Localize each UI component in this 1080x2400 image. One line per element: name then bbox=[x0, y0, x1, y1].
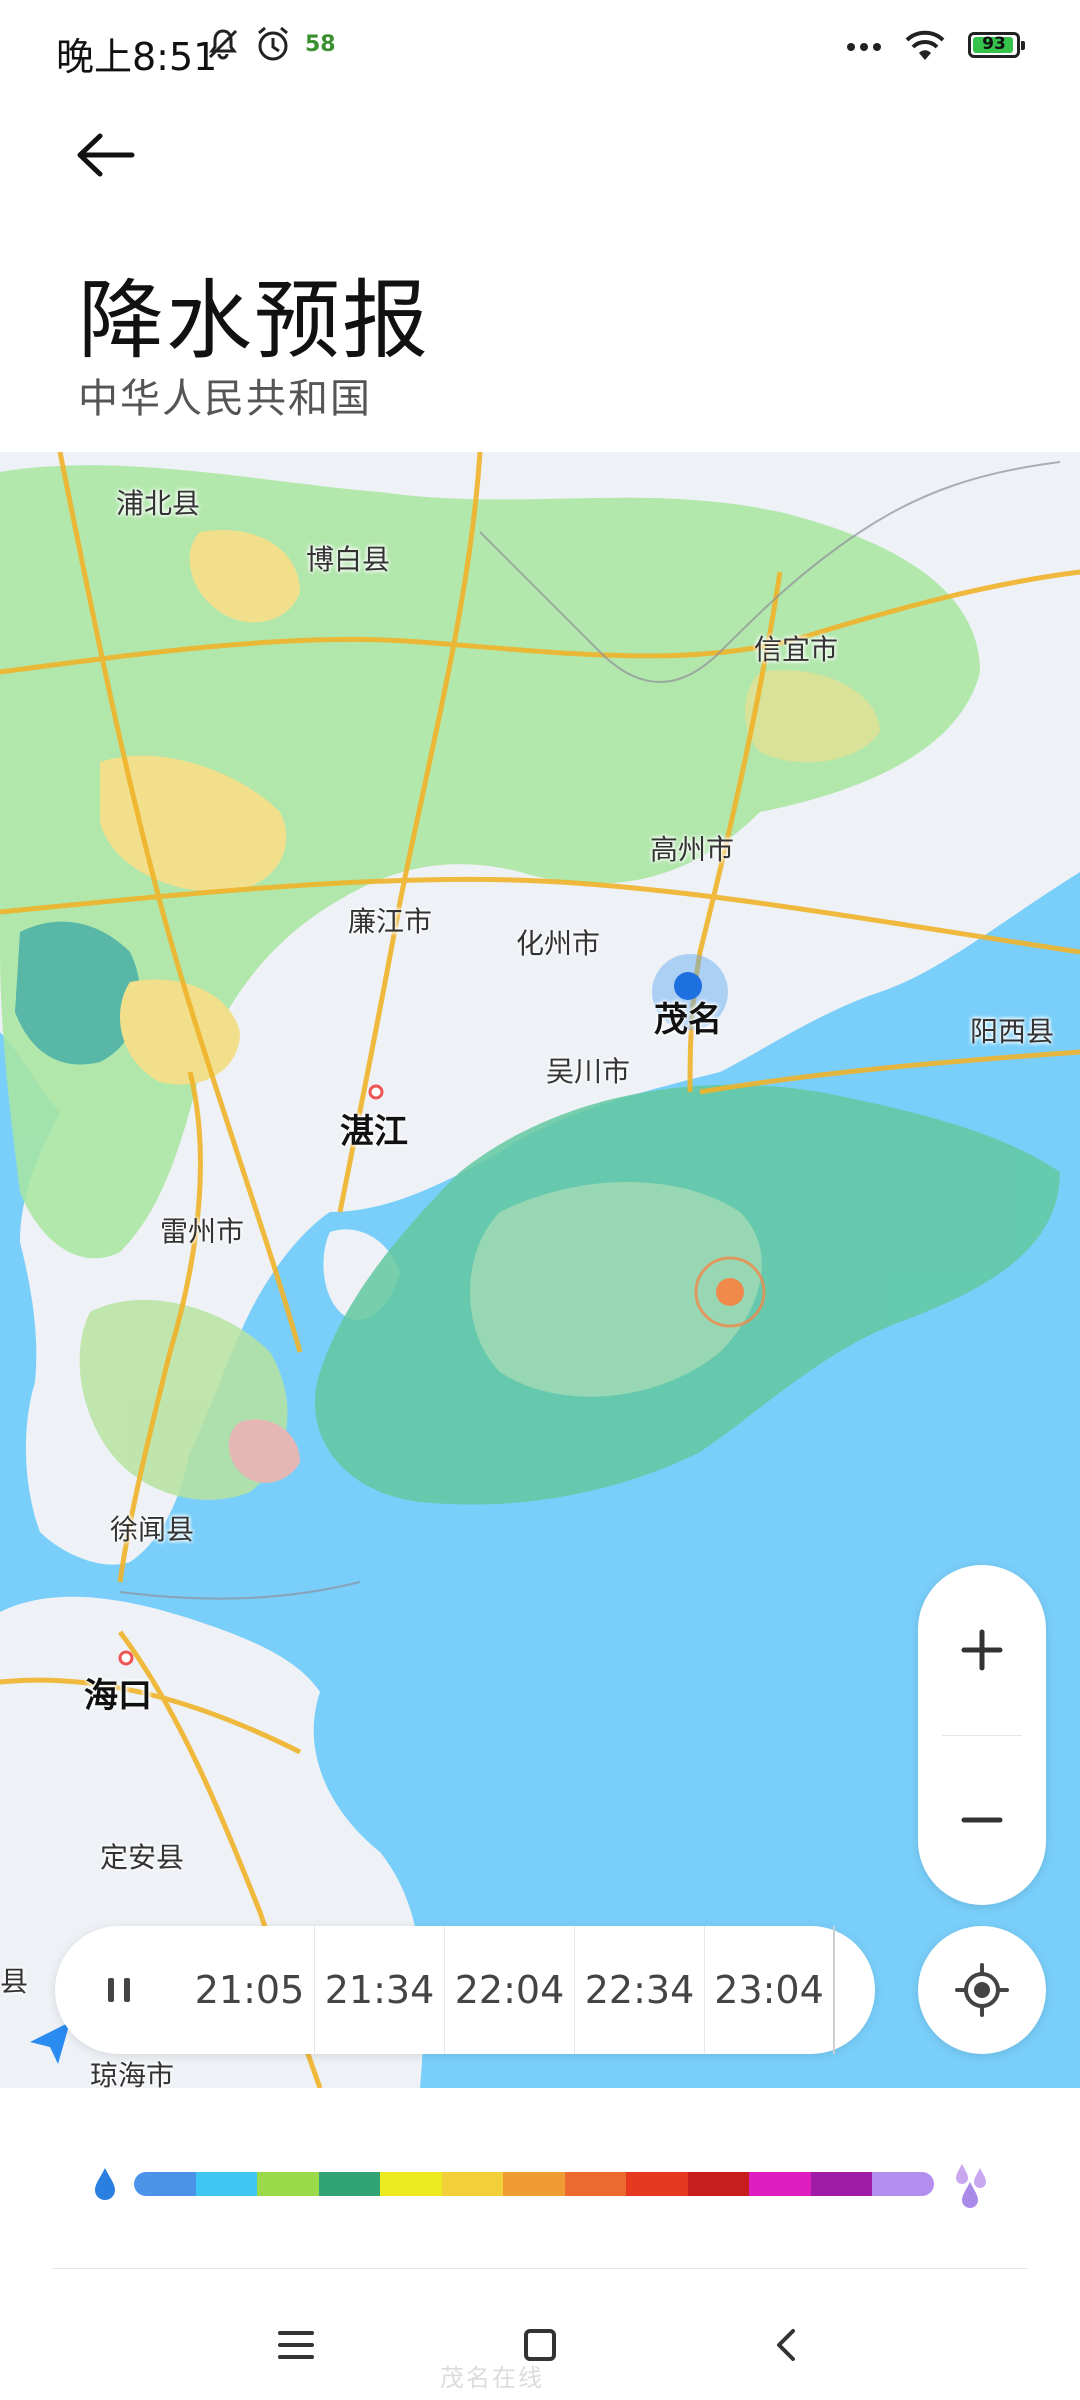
minus-icon bbox=[961, 1817, 1003, 1823]
pause-icon bbox=[108, 1978, 130, 2002]
nav-back-icon bbox=[777, 2329, 795, 2361]
timeline-time[interactable]: 22:04 bbox=[445, 1926, 575, 2054]
divider bbox=[52, 2268, 1028, 2269]
legend-swatch bbox=[872, 2172, 934, 2196]
status-icons-right: 93 bbox=[846, 28, 1025, 62]
precipitation-legend bbox=[90, 2160, 990, 2210]
legend-swatch bbox=[626, 2172, 688, 2196]
legend-swatch bbox=[318, 2172, 381, 2196]
map-label: 化州市 bbox=[516, 927, 601, 960]
legend-swatch bbox=[564, 2172, 627, 2196]
timeline-times: 21:05 21:34 22:04 22:34 23:04 bbox=[185, 1926, 835, 2054]
alarm-icon bbox=[258, 26, 288, 61]
battery-percent: 93 bbox=[982, 34, 1006, 54]
map-label: 博白县 bbox=[306, 543, 391, 576]
status-time: 晚上8:51 bbox=[56, 35, 218, 79]
zoom-control bbox=[918, 1565, 1046, 1905]
heavy-rain-drops-icon bbox=[956, 2164, 986, 2208]
forecast-timeline[interactable]: 21:05 21:34 22:04 22:34 23:04 bbox=[55, 1926, 875, 2054]
zoom-in-button[interactable] bbox=[918, 1565, 1046, 1735]
map-label-city: 海口 bbox=[84, 1676, 152, 1716]
nav-menu-button[interactable] bbox=[256, 2310, 336, 2380]
plus-icon bbox=[961, 1629, 1003, 1671]
legend-swatch bbox=[134, 2172, 196, 2196]
zoom-out-button[interactable] bbox=[918, 1735, 1046, 1905]
legend-swatch bbox=[380, 2172, 442, 2196]
mute-icon bbox=[208, 29, 238, 60]
legend-swatch bbox=[441, 2172, 504, 2196]
locate-target-icon bbox=[955, 1963, 1009, 2017]
page-title: 降水预报 bbox=[78, 271, 430, 371]
city-dot-haikou bbox=[118, 1650, 134, 1666]
timeline-time[interactable]: 21:34 bbox=[315, 1926, 445, 2054]
battery-icon: 93 bbox=[968, 32, 1025, 58]
map-label: 廉江市 bbox=[348, 905, 433, 938]
pause-button[interactable] bbox=[69, 1940, 169, 2040]
timeline-time[interactable]: 23:04 bbox=[705, 1926, 835, 2054]
page-subtitle: 中华人民共和国 bbox=[78, 376, 372, 422]
map-label-city: 湛江 bbox=[340, 1112, 408, 1152]
more-dots-icon bbox=[847, 43, 881, 51]
arrow-left-icon bbox=[77, 133, 135, 177]
map-label: 琼海市 bbox=[90, 2059, 175, 2088]
watermark: 茂名在线 bbox=[440, 2364, 544, 2392]
menu-icon bbox=[278, 2331, 314, 2359]
map-label: 浦北县 bbox=[116, 487, 201, 520]
locate-button[interactable] bbox=[918, 1926, 1046, 2054]
status-bar: 晚上8:51 58 93 bbox=[0, 0, 1080, 100]
timeline-time[interactable]: 22:34 bbox=[575, 1926, 705, 2054]
timeline-time[interactable]: 21:05 bbox=[185, 1926, 315, 2054]
legend-swatch bbox=[257, 2172, 319, 2196]
app-badge-58: 58 bbox=[305, 31, 336, 57]
map-label: 高州市 bbox=[650, 833, 735, 866]
legend-color-bar bbox=[134, 2172, 934, 2196]
map-label: 县 bbox=[0, 1965, 29, 1998]
nav-back-button[interactable] bbox=[746, 2310, 826, 2380]
map-label: 定安县 bbox=[100, 1841, 185, 1874]
map-label: 徐闻县 bbox=[110, 1513, 195, 1546]
wifi-icon bbox=[905, 30, 945, 60]
back-button[interactable] bbox=[70, 130, 150, 190]
status-icons-left: 58 bbox=[205, 24, 336, 64]
map-label: 阳西县 bbox=[970, 1015, 1055, 1048]
map-label: 雷州市 bbox=[160, 1215, 245, 1248]
legend-swatch bbox=[749, 2172, 811, 2196]
light-rain-drop-icon bbox=[95, 2168, 115, 2200]
legend-swatch bbox=[195, 2172, 258, 2196]
map-label-city: 茂名 bbox=[654, 1000, 722, 1040]
map-label: 信宜市 bbox=[754, 633, 839, 666]
city-dot-zhanjiang bbox=[368, 1084, 384, 1100]
legend-swatch bbox=[687, 2172, 750, 2196]
legend-swatch bbox=[810, 2172, 873, 2196]
map-label: 吴川市 bbox=[546, 1055, 631, 1088]
legend-swatch bbox=[503, 2172, 565, 2196]
